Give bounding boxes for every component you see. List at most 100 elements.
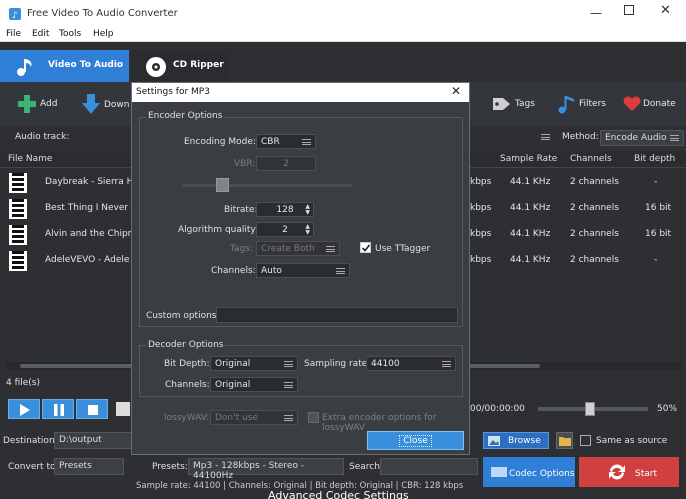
use-ttagger-checkbox[interactable] [360,242,371,253]
destination-input[interactable]: D:\output [54,432,132,449]
menu-lines-icon [541,134,550,140]
channels-select[interactable]: Auto [256,263,350,278]
col-channels[interactable]: Channels [570,154,612,164]
menu-lines-icon [336,268,345,274]
decoder-channels-select[interactable]: Original [210,377,298,392]
bitrate-stepper[interactable]: 128 ▲ ▼ [256,202,314,217]
presets-label: Presets: [152,462,188,472]
bit-depth-label: Bit Depth: [164,359,210,369]
convert-arrows-icon [609,464,625,480]
film-icon [9,225,27,245]
svg-text:♪: ♪ [12,11,18,21]
move-down-button[interactable]: Down [82,94,132,116]
add-button[interactable]: Add [18,94,78,114]
music-note-icon [17,59,32,76]
bottom-caption: Advanced Codec Settings [268,489,409,499]
codec-icon [491,467,507,477]
tags-select[interactable]: Create Both [256,241,340,256]
volume-slider[interactable] [538,402,648,416]
film-icon [9,199,27,219]
close-window-icon[interactable]: ✕ [660,3,671,18]
vbr-slider[interactable] [182,178,352,192]
encoding-mode-label: Encoding Mode: [184,137,256,147]
arrow-down-icon [82,94,100,114]
browse-button[interactable]: Browse [483,432,549,449]
extra-lossywav-label: Extra encoder options for lossyWAV [322,413,437,433]
vbr-label: VBR: [234,159,256,169]
dialog-close-icon[interactable]: ✕ [451,84,461,98]
dialog-close-button[interactable]: Close [367,431,464,450]
encoding-mode-select[interactable]: CBR [256,134,316,149]
tag-icon [493,98,510,110]
convert-to-select[interactable]: Presets [54,458,124,475]
menu-bar: File Edit Tools Help [0,28,686,42]
decoder-channels-label: Channels: [165,380,210,390]
dialog-title: Settings for MP3 [136,87,210,97]
menu-lines-icon [326,246,335,252]
title-bar: ♪ Free Video To Audio Converter — ✕ [0,0,686,28]
col-bit-depth[interactable]: Bit depth [634,154,675,164]
encoder-options-title: Encoder Options [146,111,225,121]
menu-lines-icon [442,361,451,367]
custom-options-input[interactable] [216,307,458,323]
presets-select[interactable]: Mp3 - 128kbps - Stereo - 44100Hz [188,458,344,481]
play-button[interactable] [8,399,40,419]
open-folder-button[interactable] [556,432,573,449]
menu-tools[interactable]: Tools [59,29,81,39]
tags-button[interactable]: Tags [493,94,539,114]
search-input[interactable] [380,458,478,475]
menu-lines-icon [284,415,293,421]
col-file-name[interactable]: File Name [8,154,52,164]
app-icon: ♪ [9,8,21,21]
volume-thumb[interactable] [585,402,595,416]
audio-track-select[interactable] [470,130,554,146]
stop-icon [88,405,98,415]
same-as-source-checkbox[interactable] [580,435,591,446]
donate-button[interactable]: Donate [623,94,683,114]
col-sample-rate[interactable]: Sample Rate [500,154,557,164]
minimize-icon[interactable]: — [590,6,602,20]
window-title: Free Video To Audio Converter [27,8,178,19]
spinner-arrows-icon[interactable]: ▲ ▼ [305,224,310,236]
spinner-arrows-icon[interactable]: ▲ ▼ [305,204,310,216]
file-count: 4 file(s) [6,378,41,388]
filters-button[interactable]: Filters [557,94,613,114]
method-label: Method: [562,132,599,142]
sampling-rate-select[interactable]: 44100 [366,356,456,371]
extra-lossywav-checkbox[interactable] [308,412,319,423]
search-label: Search: [349,462,383,472]
destination-label: Destination: [3,436,58,446]
lossywav-select[interactable]: Don't use [210,410,298,425]
audio-track-label: Audio track: [15,132,70,142]
extra-player-button[interactable] [116,402,130,416]
menu-help[interactable]: Help [93,29,114,39]
use-ttagger-label: Use TTagger [375,244,431,254]
vbr-input[interactable]: 2 [256,156,316,171]
folder-icon [559,437,571,446]
pause-button[interactable] [42,399,74,419]
codec-options-button[interactable]: Codec Options [483,457,575,487]
algorithm-quality-stepper[interactable]: 2 ▲ ▼ [256,222,314,237]
menu-edit[interactable]: Edit [32,29,49,39]
tab-video-to-audio[interactable]: Video To Audio [0,50,129,82]
checkmark-icon [361,244,371,252]
tags-label: Tags: [230,244,253,254]
stop-button[interactable] [76,399,108,419]
tab-cd-ripper[interactable]: CD Ripper [131,50,230,82]
player-time: 00/00:00:00 [470,404,525,414]
film-icon [9,173,27,193]
bit-depth-select[interactable]: Original [210,356,298,371]
sampling-rate-label: Sampling rate: [304,359,371,369]
start-button[interactable]: Start [579,457,679,487]
menu-lines-icon [284,382,293,388]
dialog-title-bar: Settings for MP3 ✕ [132,83,469,102]
vbr-slider-thumb[interactable] [216,178,229,192]
channels-label: Channels: [211,266,256,276]
image-icon [488,436,500,446]
same-as-source-label: Same as source [596,436,668,446]
menu-file[interactable]: File [6,29,21,39]
volume-percent: 50% [657,404,678,414]
note-filter-icon [558,96,574,114]
maximize-icon[interactable] [624,5,634,15]
method-select[interactable]: Encode Audio [600,130,684,146]
